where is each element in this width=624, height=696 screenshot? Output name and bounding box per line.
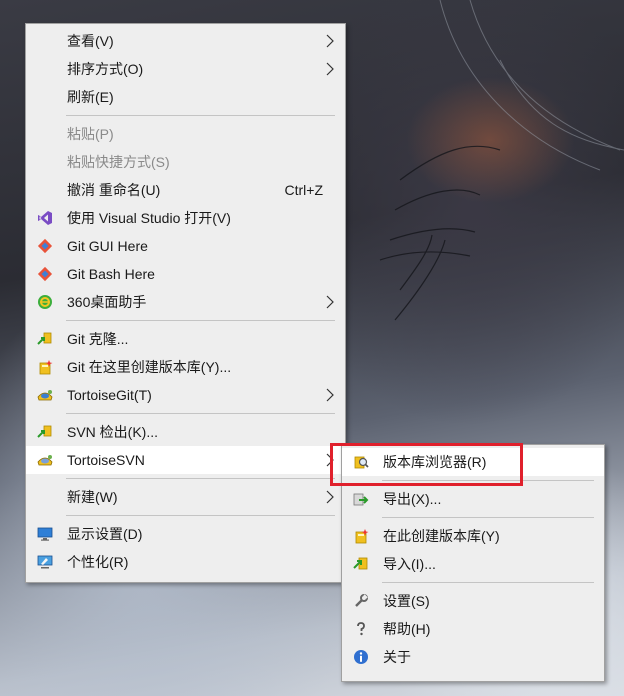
desktop-context-menu: 查看(V) 排序方式(O) 刷新(E) 粘贴(P) 粘贴快捷方式(S) 撤消 重…	[25, 23, 346, 583]
submenu-item-help[interactable]: 帮助(H)	[342, 615, 604, 643]
export-icon	[353, 491, 369, 507]
menu-separator	[66, 115, 335, 116]
menu-item-git-clone[interactable]: Git 克隆...	[26, 325, 345, 353]
menu-item-svn-checkout[interactable]: SVN 检出(K)...	[26, 418, 345, 446]
tortoisegit-icon	[37, 387, 53, 403]
menu-separator	[382, 582, 594, 583]
help-icon	[353, 621, 369, 637]
submenu-item-export[interactable]: 导出(X)...	[342, 485, 604, 513]
create-repo-icon	[37, 359, 53, 375]
create-repo-here-icon	[353, 528, 369, 544]
shortcut-label: Ctrl+Z	[284, 182, 324, 198]
menu-separator	[66, 320, 335, 321]
menu-item-display-settings[interactable]: 显示设置(D)	[26, 520, 345, 548]
submenu-item-import[interactable]: 导入(I)...	[342, 550, 604, 578]
svn-checkout-icon	[37, 424, 53, 440]
360-icon	[37, 294, 53, 310]
menu-item-paste-shortcut: 粘贴快捷方式(S)	[67, 154, 170, 170]
submenu-arrow-icon	[326, 34, 334, 48]
menu-item-personalize[interactable]: 个性化(R)	[26, 548, 345, 576]
submenu-item-repo-browser[interactable]: 版本库浏览器(R)	[342, 448, 604, 476]
submenu-item-settings[interactable]: 设置(S)	[342, 587, 604, 615]
git-clone-icon	[37, 331, 53, 347]
menu-item-git-create-repo[interactable]: Git 在这里创建版本库(Y)...	[26, 353, 345, 381]
menu-item-360-desktop-assistant[interactable]: 360桌面助手	[26, 288, 345, 316]
repo-browser-icon	[353, 454, 369, 470]
submenu-item-create-repo-here[interactable]: 在此创建版本库(Y)	[342, 522, 604, 550]
visual-studio-icon	[37, 210, 53, 226]
display-settings-icon	[37, 526, 53, 542]
menu-item-sort-by[interactable]: 排序方式(O)	[26, 55, 345, 83]
info-icon	[353, 649, 369, 665]
import-icon	[353, 556, 369, 572]
submenu-arrow-icon	[326, 453, 334, 467]
menu-item-undo-rename[interactable]: 撤消 重命名(U) Ctrl+Z	[26, 176, 345, 204]
personalize-icon	[37, 554, 53, 570]
menu-separator	[66, 515, 335, 516]
submenu-arrow-icon	[326, 388, 334, 402]
tortoisesvn-submenu: 版本库浏览器(R) 导出(X)... 在此创建版本库(Y) 导入(I)... 设…	[341, 444, 605, 682]
menu-item-tortoisesvn[interactable]: TortoiseSVN	[26, 446, 345, 474]
submenu-arrow-icon	[326, 62, 334, 76]
menu-item-refresh[interactable]: 刷新(E)	[26, 83, 345, 111]
menu-separator	[382, 480, 594, 481]
menu-item-git-bash-here[interactable]: Git Bash Here	[26, 260, 345, 288]
tortoisesvn-icon	[37, 452, 53, 468]
git-icon	[37, 238, 53, 254]
git-icon	[37, 266, 53, 282]
settings-wrench-icon	[353, 593, 369, 609]
submenu-arrow-icon	[326, 295, 334, 309]
menu-separator	[66, 413, 335, 414]
menu-item-new[interactable]: 新建(W)	[26, 483, 345, 511]
menu-item-open-visual-studio[interactable]: 使用 Visual Studio 打开(V)	[26, 204, 345, 232]
menu-item-view[interactable]: 查看(V)	[26, 27, 345, 55]
menu-item-paste: 粘贴(P)	[67, 126, 114, 142]
menu-item-tortoisegit[interactable]: TortoiseGit(T)	[26, 381, 345, 409]
menu-item-git-gui-here[interactable]: Git GUI Here	[26, 232, 345, 260]
submenu-item-about[interactable]: 关于	[342, 643, 604, 671]
submenu-arrow-icon	[326, 490, 334, 504]
menu-separator	[66, 478, 335, 479]
menu-separator	[382, 517, 594, 518]
